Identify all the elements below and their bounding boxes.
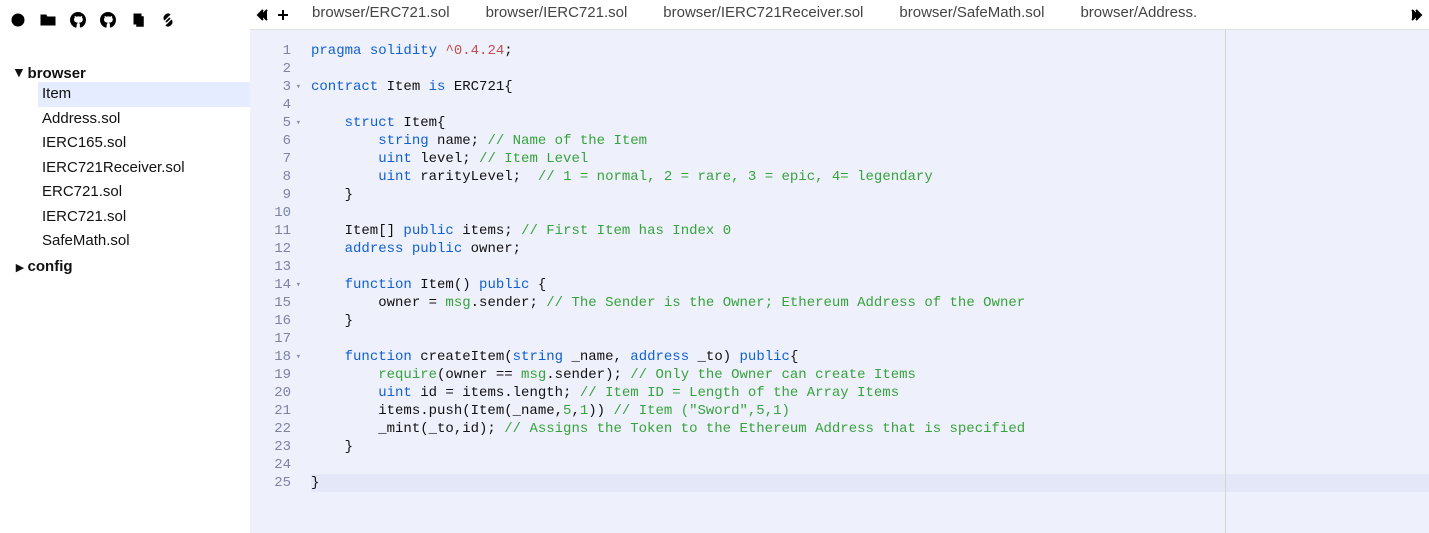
code-line[interactable]: string name; // Name of the Item xyxy=(311,132,1429,150)
code-line[interactable]: require(owner == msg.sender); // Only th… xyxy=(311,366,1429,384)
code-line[interactable]: struct Item{ xyxy=(311,114,1429,132)
sidebar-toolbar xyxy=(0,0,250,34)
scroll-tabs-right-icon[interactable] xyxy=(1407,0,1429,29)
line-number: 19 xyxy=(250,366,291,384)
scroll-tabs-left-icon[interactable] xyxy=(250,0,272,29)
line-number: 23 xyxy=(250,438,291,456)
line-number: 21 xyxy=(250,402,291,420)
file-item[interactable]: ERC721.sol xyxy=(38,180,250,205)
line-number: 20 xyxy=(250,384,291,402)
tab-bar: browser/ERC721.solbrowser/IERC721.solbro… xyxy=(250,0,1429,30)
code-line[interactable] xyxy=(311,96,1429,114)
code-line[interactable]: function Item() public { xyxy=(311,276,1429,294)
code-line[interactable]: items.push(Item(_name,5,1)) // Item ("Sw… xyxy=(311,402,1429,420)
open-folder-icon[interactable] xyxy=(40,12,56,28)
code-line[interactable] xyxy=(311,456,1429,474)
code-line[interactable]: pragma solidity ^0.4.24; xyxy=(311,42,1429,60)
code-line[interactable] xyxy=(311,330,1429,348)
line-number: 1 xyxy=(250,42,291,60)
code-line[interactable] xyxy=(311,204,1429,222)
line-number: 17 xyxy=(250,330,291,348)
link-icon[interactable] xyxy=(160,12,176,28)
app-root: ▸browserItemAddress.solIERC165.solIERC72… xyxy=(0,0,1429,533)
line-number: 22 xyxy=(250,420,291,438)
line-number: 7 xyxy=(250,150,291,168)
new-tab-icon[interactable] xyxy=(272,0,294,29)
code-line[interactable]: uint id = items.length; // Item ID = Len… xyxy=(311,384,1429,402)
code-area[interactable]: pragma solidity ^0.4.24; contract Item i… xyxy=(297,30,1429,533)
line-number: 8 xyxy=(250,168,291,186)
code-line[interactable] xyxy=(311,60,1429,78)
folder-caret-icon: ▸ xyxy=(16,258,24,276)
file-tree: ▸browserItemAddress.solIERC165.solIERC72… xyxy=(0,34,250,278)
copy-icon[interactable] xyxy=(130,12,146,28)
line-number: 5 xyxy=(250,114,291,132)
new-file-icon[interactable] xyxy=(10,12,26,28)
file-item[interactable]: IERC721Receiver.sol xyxy=(38,156,250,181)
file-explorer-sidebar: ▸browserItemAddress.solIERC165.solIERC72… xyxy=(0,0,250,533)
line-number: 3 xyxy=(250,78,291,96)
file-item[interactable]: Address.sol xyxy=(38,107,250,132)
folder-browser[interactable]: ▸browser xyxy=(16,64,250,82)
line-number: 4 xyxy=(250,96,291,114)
github-icon[interactable] xyxy=(70,12,86,28)
github-alt-icon[interactable] xyxy=(100,12,116,28)
code-line[interactable]: } xyxy=(311,186,1429,204)
editor-tab[interactable]: browser/SafeMath.sol xyxy=(881,0,1062,29)
line-number: 18 xyxy=(250,348,291,366)
code-line[interactable]: } xyxy=(311,438,1429,456)
code-line[interactable] xyxy=(311,258,1429,276)
code-line[interactable]: address public owner; xyxy=(311,240,1429,258)
code-line[interactable]: function createItem(string _name, addres… xyxy=(311,348,1429,366)
code-line[interactable]: uint level; // Item Level xyxy=(311,150,1429,168)
line-number: 9 xyxy=(250,186,291,204)
line-number: 12 xyxy=(250,240,291,258)
code-line[interactable]: Item[] public items; // First Item has I… xyxy=(311,222,1429,240)
line-number: 10 xyxy=(250,204,291,222)
line-number: 24 xyxy=(250,456,291,474)
folder-caret-icon: ▸ xyxy=(11,69,29,77)
line-number: 16 xyxy=(250,312,291,330)
line-number: 14 xyxy=(250,276,291,294)
code-line[interactable]: } xyxy=(311,474,1429,492)
editor-tab[interactable]: browser/Address. xyxy=(1062,0,1215,29)
editor-tab[interactable]: browser/IERC721Receiver.sol xyxy=(645,0,881,29)
line-number: 25 xyxy=(250,474,291,492)
editor-main: browser/ERC721.solbrowser/IERC721.solbro… xyxy=(250,0,1429,533)
file-item[interactable]: IERC721.sol xyxy=(38,205,250,230)
code-editor[interactable]: 1234567891011121314151617181920212223242… xyxy=(250,30,1429,533)
file-item[interactable]: Item xyxy=(38,82,250,107)
file-item[interactable]: SafeMath.sol xyxy=(38,229,250,254)
tabs-container: browser/ERC721.solbrowser/IERC721.solbro… xyxy=(294,0,1407,29)
code-line[interactable]: uint rarityLevel; // 1 = normal, 2 = rar… xyxy=(311,168,1429,186)
line-number: 15 xyxy=(250,294,291,312)
line-number: 2 xyxy=(250,60,291,78)
folder-label: config xyxy=(28,258,73,275)
line-number: 13 xyxy=(250,258,291,276)
editor-tab[interactable]: browser/ERC721.sol xyxy=(294,0,468,29)
line-number-gutter: 1234567891011121314151617181920212223242… xyxy=(250,30,297,533)
line-number: 6 xyxy=(250,132,291,150)
code-line[interactable]: } xyxy=(311,312,1429,330)
code-line[interactable]: _mint(_to,id); // Assigns the Token to t… xyxy=(311,420,1429,438)
folder-label: browser xyxy=(28,65,86,82)
editor-tab[interactable]: browser/IERC721.sol xyxy=(468,0,646,29)
code-line[interactable]: contract Item is ERC721{ xyxy=(311,78,1429,96)
folder-config[interactable]: ▸config xyxy=(16,258,250,276)
file-item[interactable]: IERC165.sol xyxy=(38,131,250,156)
line-number: 11 xyxy=(250,222,291,240)
code-line[interactable]: owner = msg.sender; // The Sender is the… xyxy=(311,294,1429,312)
